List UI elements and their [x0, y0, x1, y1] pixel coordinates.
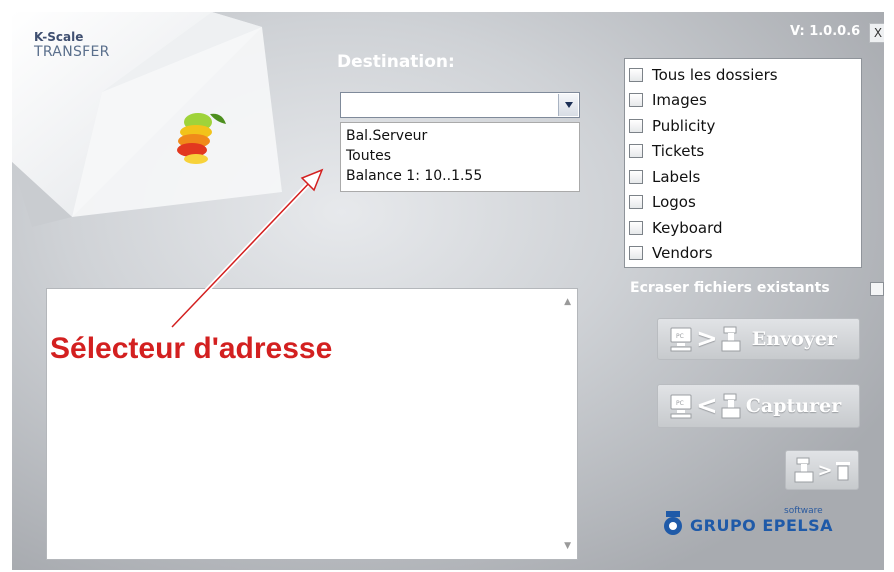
folder-item-all[interactable]: Tous les dossiers — [629, 62, 861, 88]
scroll-down-icon[interactable]: ▼ — [564, 541, 571, 551]
trash-icon — [835, 462, 850, 481]
checkbox[interactable] — [629, 67, 643, 82]
checkbox[interactable] — [629, 118, 643, 133]
annotation-text: Sélecteur d'adresse — [50, 332, 333, 365]
destination-input[interactable] — [345, 96, 545, 114]
destination-options-list: Bal.Serveur Toutes Balance 1: 10..1.55 — [340, 122, 580, 192]
svg-text:PC: PC — [676, 400, 684, 407]
checkbox[interactable] — [629, 246, 643, 261]
scale-icon — [794, 457, 814, 483]
folder-label: Labels — [652, 167, 701, 186]
folder-item-labels[interactable]: Labels — [629, 164, 861, 190]
destination-select[interactable] — [340, 92, 580, 118]
close-button[interactable]: X — [869, 23, 884, 43]
folder-label: Keyboard — [652, 218, 723, 237]
checkbox[interactable] — [629, 144, 643, 159]
annotation-arrow — [170, 168, 324, 329]
folder-label: Tous les dossiers — [652, 65, 778, 84]
chevron-down-icon — [564, 102, 573, 108]
folders-checklist: Tous les dossiers Images Publicity Ticke… — [624, 58, 862, 268]
version-label: V: 1.0.0.6 — [790, 24, 861, 39]
checkbox[interactable] — [629, 169, 643, 184]
overwrite-label: Ecraser fichiers existants — [630, 280, 830, 296]
pc-icon: PC — [670, 327, 692, 352]
capture-button[interactable]: PC < Capturer — [657, 384, 860, 428]
scroll-up-icon[interactable]: ▲ — [564, 297, 571, 307]
logo-small-text: software — [784, 506, 823, 516]
send-label: Envoyer — [751, 328, 837, 350]
checkbox[interactable] — [629, 93, 643, 108]
epelsa-logo-icon — [664, 511, 682, 535]
checkbox[interactable] — [629, 195, 643, 210]
pc-icon: PC — [670, 394, 692, 419]
checkbox[interactable] — [629, 220, 643, 235]
app-window: K-Scale TRANSFER V: 1.0.0.6 X Destinatio… — [12, 12, 884, 570]
folder-item-tickets[interactable]: Tickets — [629, 139, 861, 165]
destination-option[interactable]: Bal.Serveur — [346, 126, 574, 146]
folder-label: Publicity — [652, 116, 716, 135]
folder-item-keyboard[interactable]: Keyboard — [629, 215, 861, 241]
brand-name: K-Scale — [34, 30, 84, 44]
folder-label: Logos — [652, 193, 696, 212]
folder-item-logos[interactable]: Logos — [629, 190, 861, 216]
send-button[interactable]: PC > Envoyer — [657, 318, 860, 360]
logo-text: GRUPO EPELSA — [690, 516, 834, 535]
folder-label: Vendors — [652, 244, 713, 263]
fruit-logo-icon — [177, 113, 226, 164]
destination-option[interactable]: Toutes — [346, 146, 574, 166]
folder-label: Tickets — [652, 142, 705, 161]
capture-label: Capturer — [745, 395, 842, 417]
folder-item-vendors[interactable]: Vendors — [629, 241, 861, 267]
folder-item-images[interactable]: Images — [629, 88, 861, 114]
destination-label: Destination: — [337, 52, 455, 72]
delete-button[interactable]: > — [785, 450, 859, 490]
folder-label: Images — [652, 91, 707, 110]
overwrite-checkbox[interactable] — [870, 282, 884, 296]
brand-subtitle: TRANSFER — [34, 44, 110, 60]
svg-text:PC: PC — [676, 333, 684, 340]
destination-option[interactable]: Balance 1: 10..1.55 — [346, 166, 574, 186]
scale-icon — [721, 393, 741, 419]
folder-item-publicity[interactable]: Publicity — [629, 113, 861, 139]
dropdown-button[interactable] — [558, 94, 578, 116]
scale-icon — [721, 326, 741, 352]
